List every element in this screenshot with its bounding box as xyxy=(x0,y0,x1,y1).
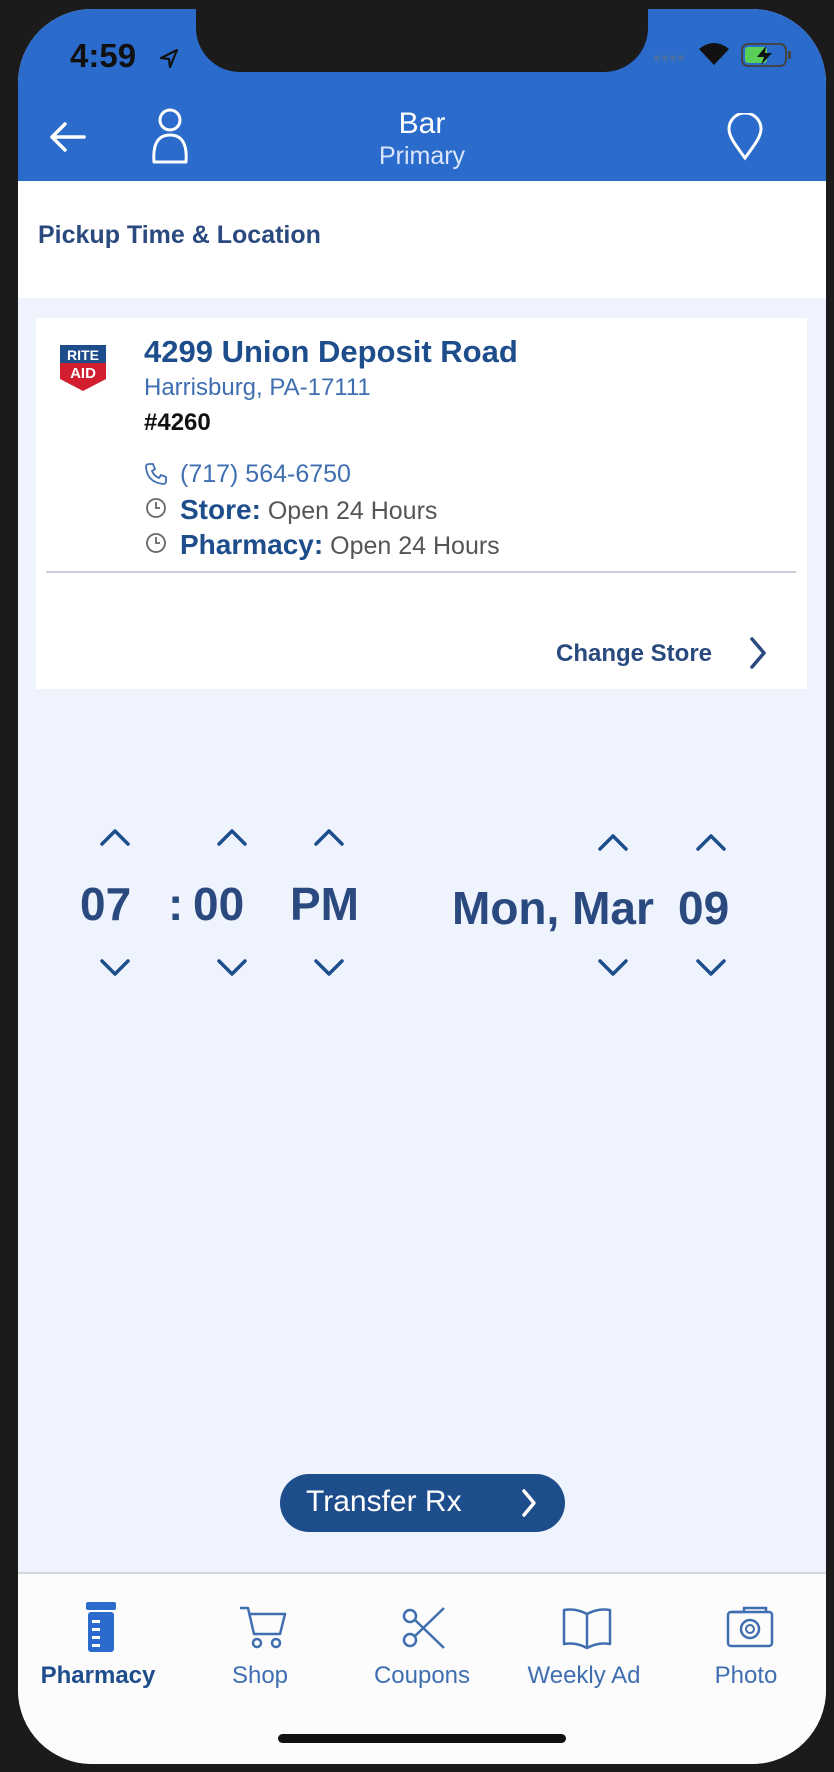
store-address: 4299 Union Deposit Road xyxy=(144,334,518,369)
ampm-up-chevron-icon[interactable] xyxy=(313,827,345,847)
transfer-rx-button[interactable]: Transfer Rx xyxy=(280,1474,565,1532)
tab-shop[interactable]: Shop xyxy=(180,1574,340,1694)
hour-value[interactable]: 07 xyxy=(80,877,131,931)
tab-label: Pharmacy xyxy=(40,1662,156,1689)
store-hours-value: Open 24 Hours xyxy=(267,497,438,525)
month-up-chevron-icon[interactable] xyxy=(597,832,629,852)
cellular-signal-icon xyxy=(654,55,684,61)
store-number: #4260 xyxy=(144,409,211,436)
location-arrow-icon xyxy=(159,48,179,69)
date-value[interactable]: 09 xyxy=(678,881,729,935)
store-phone[interactable]: (717) 564-6750 xyxy=(180,460,351,489)
chevron-right-icon[interactable] xyxy=(748,636,768,670)
section-title: Pickup Time & Location xyxy=(38,221,321,249)
date-up-chevron-icon[interactable] xyxy=(695,832,727,852)
header-title: Bar xyxy=(398,107,446,140)
clock-icon xyxy=(146,498,166,518)
wifi-icon xyxy=(699,43,729,65)
map-pin-icon[interactable] xyxy=(726,113,764,161)
store-hours-label: Store: xyxy=(180,494,261,525)
tab-label: Shop xyxy=(231,1662,289,1689)
phone-icon xyxy=(145,463,167,485)
store-card: RITE AID 4299 Union Deposit Road Harrisb… xyxy=(36,318,807,689)
device-notch xyxy=(196,9,648,72)
pharmacy-icon xyxy=(86,1602,116,1652)
time-separator: : xyxy=(168,878,184,930)
tab-label: Photo xyxy=(714,1662,778,1689)
ampm-down-chevron-icon[interactable] xyxy=(313,958,345,978)
section-header: Pickup Time & Location xyxy=(18,181,826,298)
home-indicator[interactable] xyxy=(278,1734,566,1743)
header-subtitle: Primary xyxy=(378,142,466,170)
day-month-value[interactable]: Mon, Mar xyxy=(452,881,654,935)
logo-text-bottom: AID xyxy=(70,365,96,382)
clock-icon xyxy=(146,533,166,553)
pharmacy-hours-value: Open 24 Hours xyxy=(330,532,500,560)
tab-coupons[interactable]: Coupons xyxy=(342,1574,502,1694)
tab-photo[interactable]: Photo xyxy=(666,1574,826,1694)
card-divider xyxy=(46,571,796,573)
minute-value[interactable]: 00 xyxy=(193,877,244,931)
cart-icon xyxy=(240,1606,287,1649)
change-store-link[interactable]: Change Store xyxy=(556,640,712,668)
store-city: Harrisburg, PA-17111 xyxy=(144,374,371,401)
camera-icon xyxy=(726,1606,774,1648)
tab-pharmacy[interactable]: Pharmacy xyxy=(18,1574,178,1694)
app-header: 4:59 Bar Primary xyxy=(18,9,826,181)
hour-up-chevron-icon[interactable] xyxy=(99,827,131,847)
date-down-chevron-icon[interactable] xyxy=(695,958,727,978)
month-down-chevron-icon[interactable] xyxy=(597,958,629,978)
status-time: 4:59 xyxy=(70,37,137,74)
chevron-right-icon xyxy=(522,1489,536,1517)
logo-text-top: RITE xyxy=(67,347,99,363)
tab-label: Coupons xyxy=(373,1662,471,1689)
book-icon xyxy=(562,1608,612,1650)
minute-down-chevron-icon[interactable] xyxy=(216,958,248,978)
ampm-value[interactable]: PM xyxy=(290,877,359,931)
scissors-icon xyxy=(402,1607,445,1649)
tab-weekly-ad[interactable]: Weekly Ad xyxy=(504,1574,664,1694)
hour-down-chevron-icon[interactable] xyxy=(99,958,131,978)
pharmacy-hours-label: Pharmacy: xyxy=(180,529,324,560)
rite-aid-logo: RITE AID xyxy=(60,345,106,393)
minute-up-chevron-icon[interactable] xyxy=(216,827,248,847)
phone-screen: 4:59 Bar Primary Pickup Time & Location … xyxy=(18,9,826,1764)
transfer-rx-label: Transfer Rx xyxy=(306,1485,462,1518)
tab-label: Weekly Ad xyxy=(527,1662,641,1689)
battery-icon xyxy=(741,43,791,67)
